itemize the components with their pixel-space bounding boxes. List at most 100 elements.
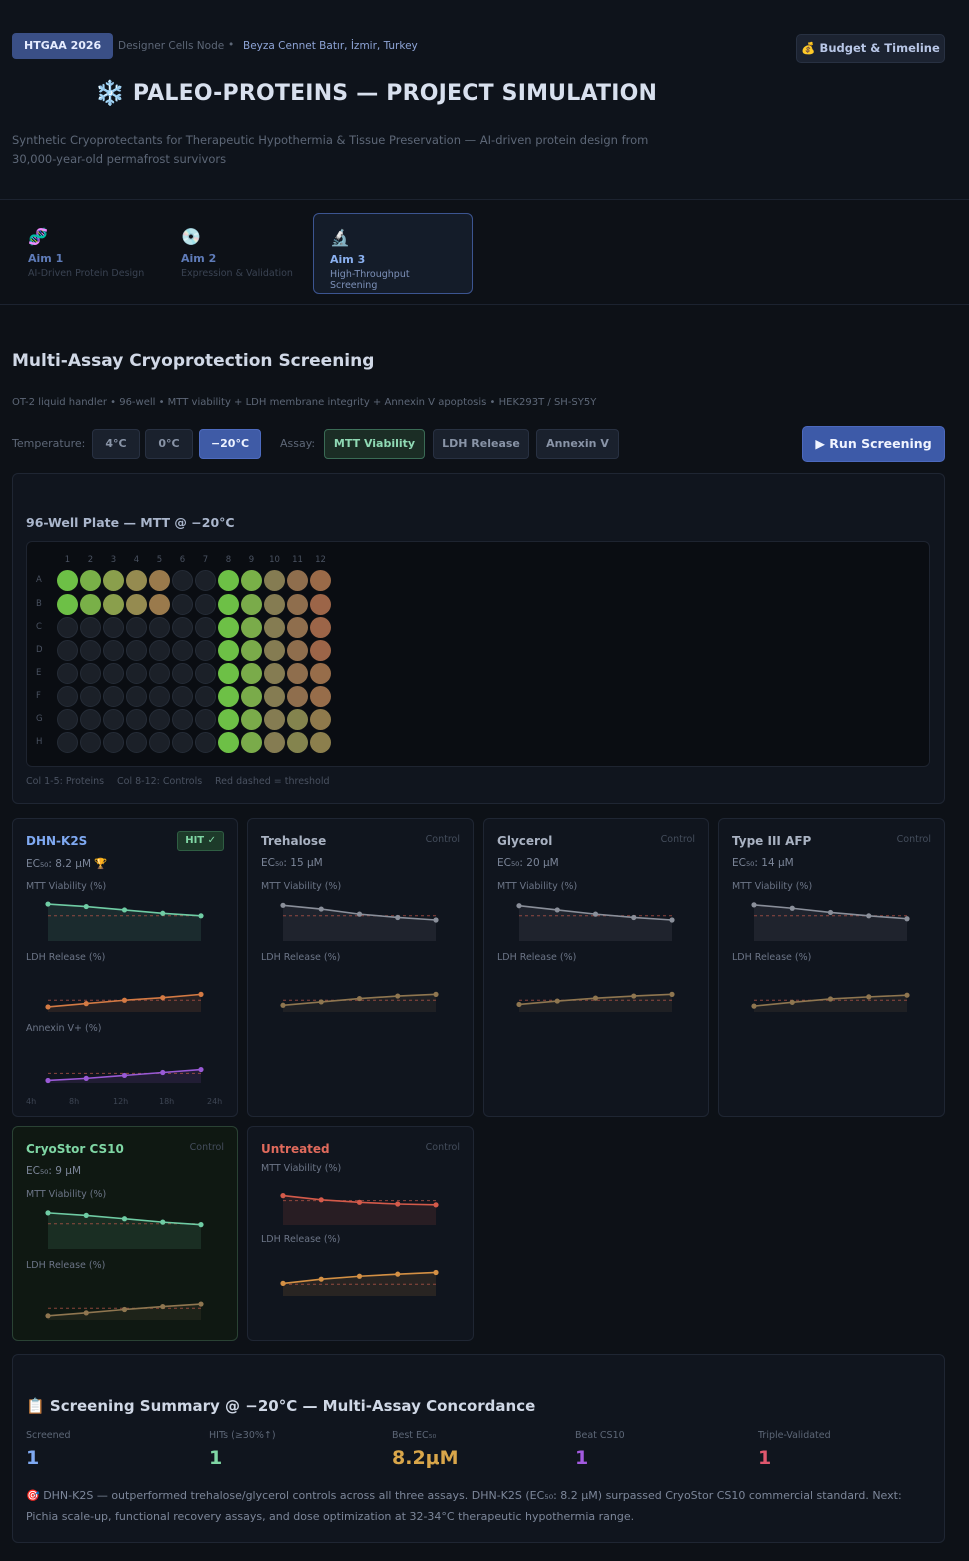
- plate-well[interactable]: [264, 570, 285, 591]
- plate-well[interactable]: [172, 686, 193, 707]
- plate-well[interactable]: [264, 709, 285, 730]
- budget-timeline-button[interactable]: 💰 Budget & Timeline: [796, 34, 945, 63]
- plate-well[interactable]: [103, 663, 124, 684]
- plate-well[interactable]: [218, 570, 239, 591]
- plate-well[interactable]: [149, 640, 170, 661]
- plate-well[interactable]: [103, 709, 124, 730]
- tab-aim-1[interactable]: 🧬 Aim 1 AI-Driven Protein Design: [12, 213, 162, 294]
- plate-well[interactable]: [57, 663, 78, 684]
- plate-well[interactable]: [149, 686, 170, 707]
- plate-well[interactable]: [241, 617, 262, 638]
- run-screening-button[interactable]: ▶ Run Screening: [802, 426, 945, 462]
- plate-well[interactable]: [310, 663, 331, 684]
- assay-annexin-button[interactable]: Annexin V: [536, 429, 619, 459]
- tab-aim-2[interactable]: 💿 Aim 2 Expression & Validation: [165, 213, 310, 294]
- plate-well[interactable]: [241, 640, 262, 661]
- plate-well[interactable]: [57, 617, 78, 638]
- assay-mtt-button[interactable]: MTT Viability: [324, 429, 425, 459]
- plate-well[interactable]: [218, 686, 239, 707]
- plate-well[interactable]: [195, 640, 216, 661]
- temp-0c-button[interactable]: 0°C: [145, 429, 193, 459]
- plate-well[interactable]: [310, 640, 331, 661]
- plate-well[interactable]: [287, 570, 308, 591]
- plate-well[interactable]: [80, 686, 101, 707]
- plate-well[interactable]: [310, 686, 331, 707]
- plate-well[interactable]: [310, 732, 331, 753]
- plate-well[interactable]: [310, 617, 331, 638]
- temp-4c-button[interactable]: 4°C: [92, 429, 140, 459]
- temp-minus20c-button[interactable]: −20°C: [199, 429, 261, 459]
- plate-well[interactable]: [264, 732, 285, 753]
- plate-well[interactable]: [218, 732, 239, 753]
- plate-well[interactable]: [310, 570, 331, 591]
- plate-well[interactable]: [241, 663, 262, 684]
- plate-well[interactable]: [80, 594, 101, 615]
- plate-well[interactable]: [287, 686, 308, 707]
- plate-well[interactable]: [264, 640, 285, 661]
- plate-well[interactable]: [80, 732, 101, 753]
- plate-well[interactable]: [264, 663, 285, 684]
- plate-well[interactable]: [126, 640, 147, 661]
- plate-well[interactable]: [126, 617, 147, 638]
- plate-well[interactable]: [80, 617, 101, 638]
- plate-well[interactable]: [218, 617, 239, 638]
- plate-well[interactable]: [218, 594, 239, 615]
- plate-well[interactable]: [149, 617, 170, 638]
- plate-well[interactable]: [241, 594, 262, 615]
- compound-card[interactable]: Type III AFP Control EC₅₀: 14 μM MTT Viabil…: [718, 818, 945, 1117]
- plate-well[interactable]: [126, 709, 147, 730]
- plate-well[interactable]: [57, 709, 78, 730]
- plate-well[interactable]: [218, 709, 239, 730]
- plate-well[interactable]: [172, 640, 193, 661]
- plate-well[interactable]: [103, 732, 124, 753]
- plate-well[interactable]: [126, 732, 147, 753]
- plate-well[interactable]: [126, 663, 147, 684]
- plate-well[interactable]: [287, 594, 308, 615]
- plate-well[interactable]: [103, 594, 124, 615]
- plate-well[interactable]: [126, 594, 147, 615]
- plate-well[interactable]: [172, 570, 193, 591]
- plate-well[interactable]: [80, 640, 101, 661]
- plate-well[interactable]: [241, 709, 262, 730]
- plate-well[interactable]: [195, 709, 216, 730]
- plate-well[interactable]: [80, 663, 101, 684]
- tab-aim-3[interactable]: 🔬 Aim 3 High-Throughput Screening: [313, 213, 473, 294]
- plate-well[interactable]: [195, 570, 216, 591]
- compound-card[interactable]: DHN-K2S HIT ✓ EC₅₀: 8.2 μM 🏆 MTT Viability …: [12, 818, 238, 1117]
- plate-well[interactable]: [264, 686, 285, 707]
- plate-well[interactable]: [241, 686, 262, 707]
- plate-well[interactable]: [57, 732, 78, 753]
- plate-well[interactable]: [103, 617, 124, 638]
- plate-well[interactable]: [126, 686, 147, 707]
- plate-well[interactable]: [195, 617, 216, 638]
- compound-card[interactable]: Glycerol Control EC₅₀: 20 μM MTT Viability …: [483, 818, 709, 1117]
- plate-well[interactable]: [57, 570, 78, 591]
- plate-well[interactable]: [149, 570, 170, 591]
- plate-well[interactable]: [287, 617, 308, 638]
- plate-well[interactable]: [57, 594, 78, 615]
- plate-well[interactable]: [195, 663, 216, 684]
- plate-well[interactable]: [172, 663, 193, 684]
- compound-card[interactable]: CryoStor CS10 Control EC₅₀: 9 μM MTT Viabil…: [12, 1126, 238, 1341]
- plate-well[interactable]: [149, 709, 170, 730]
- plate-well[interactable]: [57, 640, 78, 661]
- plate-well[interactable]: [172, 594, 193, 615]
- plate-well[interactable]: [310, 709, 331, 730]
- compound-card[interactable]: Trehalose Control EC₅₀: 15 μM MTT Viability…: [247, 818, 474, 1117]
- plate-well[interactable]: [172, 732, 193, 753]
- plate-well[interactable]: [287, 640, 308, 661]
- plate-well[interactable]: [287, 732, 308, 753]
- plate-well[interactable]: [80, 709, 101, 730]
- plate-well[interactable]: [149, 732, 170, 753]
- plate-well[interactable]: [172, 709, 193, 730]
- plate-well[interactable]: [195, 686, 216, 707]
- plate-well[interactable]: [149, 594, 170, 615]
- plate-well[interactable]: [287, 663, 308, 684]
- plate-well[interactable]: [287, 709, 308, 730]
- plate-well[interactable]: [264, 594, 285, 615]
- plate-well[interactable]: [218, 640, 239, 661]
- assay-ldh-button[interactable]: LDH Release: [433, 429, 529, 459]
- plate-well[interactable]: [149, 663, 170, 684]
- plate-well[interactable]: [195, 732, 216, 753]
- compound-card[interactable]: Untreated Control MTT Viability (%) LDH Rel…: [247, 1126, 474, 1341]
